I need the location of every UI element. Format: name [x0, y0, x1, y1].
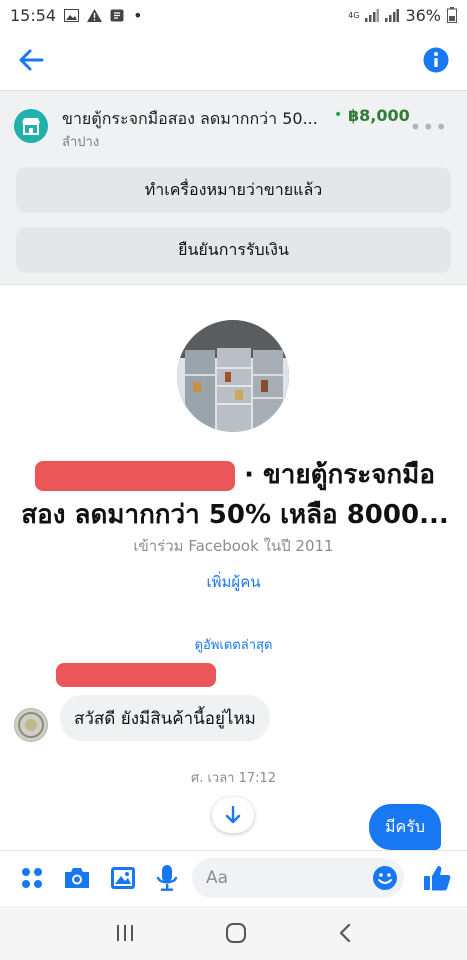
microphone-icon[interactable] [152, 863, 182, 893]
system-nav-bar [0, 906, 467, 960]
title-line-2: สอง ลดมากกว่า 50% เหลือ 8000... [21, 500, 449, 530]
message-timestamp: ศ. เวลา 17:12 [190, 771, 277, 786]
profile-avatar[interactable] [177, 320, 289, 432]
back-nav-icon[interactable] [338, 923, 352, 943]
store-icon [14, 109, 48, 143]
info-icon[interactable] [423, 47, 449, 73]
home-icon[interactable] [225, 922, 247, 944]
outgoing-message[interactable]: มีครับ [369, 804, 441, 850]
gallery-icon[interactable] [108, 863, 138, 893]
down-arrow-icon [225, 806, 241, 824]
redaction-mark [56, 663, 216, 687]
listing-location: ลำปาง [62, 135, 100, 150]
app-bar [0, 30, 467, 90]
clock: 15:54 [10, 5, 57, 25]
listing-panel: ขายตู้กระจกมือสอง ลดมากกว่า 50... • ฿8,0… [0, 90, 467, 285]
title-suffix: · ขายตู้กระจกมือ [244, 460, 435, 490]
joined-info: เข้าร่วม Facebook ในปี 2011 [133, 537, 334, 555]
add-people-link[interactable]: เพิ่มผู้คน [0, 570, 467, 594]
emoji-icon[interactable] [370, 863, 400, 893]
battery-percent: 36% [405, 5, 441, 25]
notification-dot: • [133, 5, 143, 25]
like-icon[interactable] [422, 863, 452, 893]
mark-as-sold-button[interactable]: ทำเครื่องหมายว่าขายแล้ว [16, 167, 451, 213]
signal-icon [365, 8, 380, 22]
scroll-down-button[interactable] [212, 797, 254, 833]
network-type: 4G [348, 10, 360, 20]
warning-notification-icon [87, 8, 103, 22]
confirm-payment-button[interactable]: ยืนยันการรับเงิน [16, 227, 451, 273]
more-options-icon[interactable]: ••• [410, 115, 448, 139]
more-actions-icon[interactable] [17, 863, 47, 893]
status-bar: 15:54 • 4G 36% [0, 0, 467, 30]
incoming-message[interactable]: สวัสดี ยังมีสินค้านี้อยู่ไหม [60, 695, 270, 741]
listing-header[interactable]: ขายตู้กระจกมือสอง ลดมากกว่า 50... • ฿8,0… [14, 103, 454, 153]
recent-apps-icon[interactable] [115, 924, 135, 942]
message-composer [0, 850, 467, 906]
sender-avatar[interactable] [14, 708, 48, 742]
sender-name-redacted [56, 663, 216, 689]
gallery-notification-icon [64, 8, 80, 22]
app-notification-icon [110, 9, 124, 21]
latest-updates-link[interactable]: ดูอัพเดตล่าสุด [0, 634, 467, 655]
listing-title: ขายตู้กระจกมือสอง ลดมากกว่า 50... [62, 109, 318, 128]
redacted-name [35, 460, 236, 491]
conversation-title: · ขายตู้กระจกมือ สอง ลดมากกว่า 50% เหลือ… [20, 455, 450, 535]
signal-icon-2 [385, 8, 400, 22]
listing-separator: • [334, 107, 343, 123]
camera-icon[interactable] [62, 863, 92, 893]
battery-icon [447, 7, 457, 23]
back-arrow-icon[interactable] [18, 49, 44, 71]
listing-price: ฿8,000 [348, 106, 410, 125]
